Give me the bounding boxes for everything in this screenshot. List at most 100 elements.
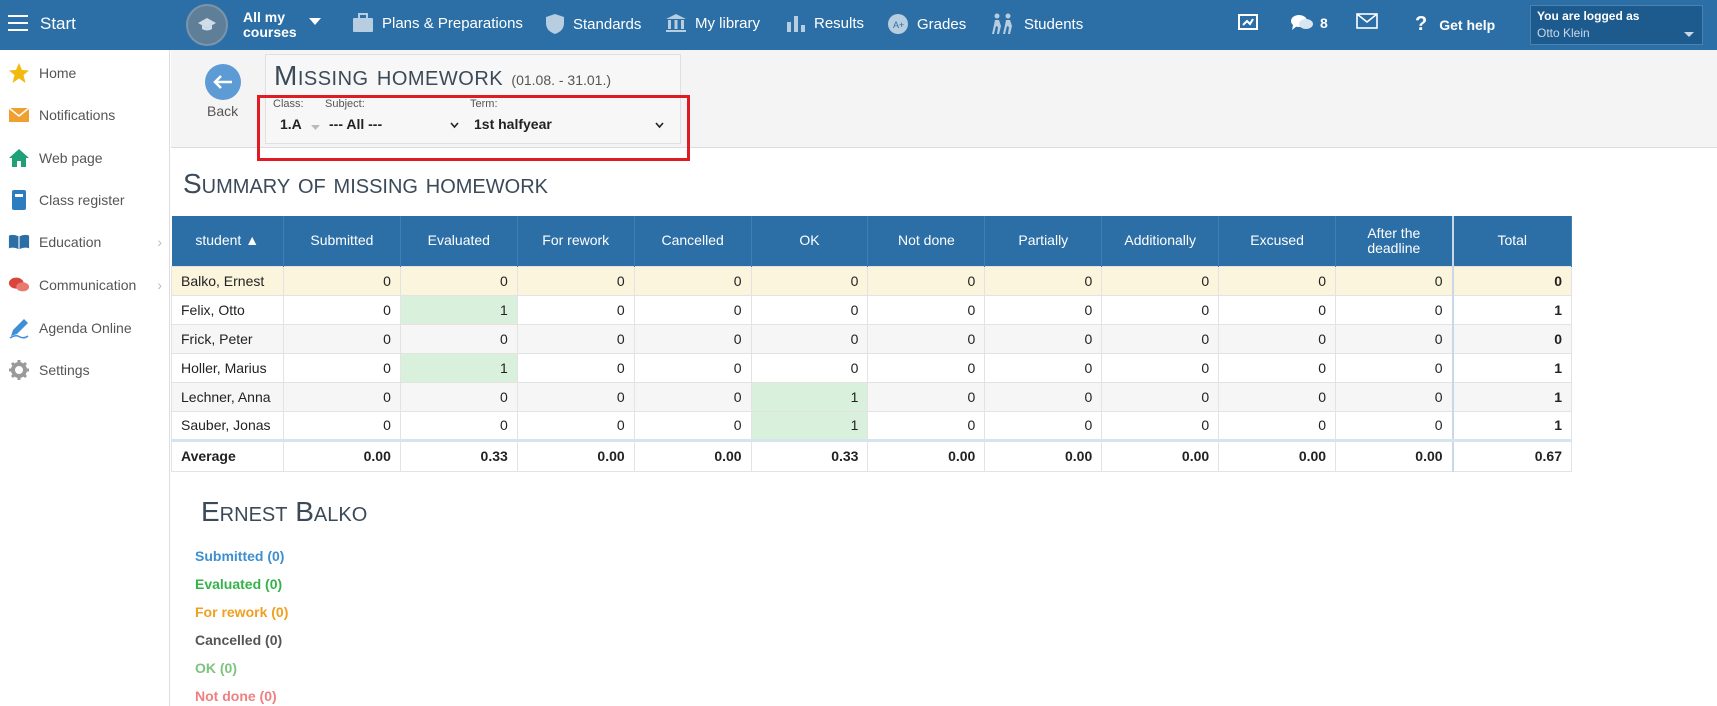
nav-library[interactable]: My library bbox=[665, 13, 760, 33]
column-header: Total bbox=[1451, 216, 1572, 266]
stat-link[interactable]: Not done (0) bbox=[195, 688, 277, 704]
table-cell: 0 bbox=[867, 294, 986, 325]
nav-plans[interactable]: Plans & Preparations bbox=[352, 13, 523, 33]
table-cell: 0 bbox=[1101, 265, 1220, 296]
start-link[interactable]: Start bbox=[40, 14, 76, 34]
help-button[interactable]: ? Get help bbox=[1415, 13, 1495, 36]
table-cell: 0 bbox=[1101, 294, 1220, 325]
back-button[interactable] bbox=[205, 64, 241, 100]
nav-standards[interactable]: Standards bbox=[545, 13, 641, 35]
table-cell: 0 bbox=[867, 323, 986, 354]
star-icon bbox=[8, 62, 30, 84]
table-cell: 0 bbox=[867, 381, 986, 412]
student-name[interactable]: Felix, Otto bbox=[171, 294, 284, 325]
column-header: Submitted bbox=[283, 216, 401, 266]
chevron-right-icon: › bbox=[157, 234, 162, 250]
table-cell: 0 bbox=[750, 323, 869, 354]
all-courses-selector[interactable]: All my courses bbox=[243, 10, 297, 40]
table-cell: 0 bbox=[516, 323, 635, 354]
table-cell: 0 bbox=[1335, 352, 1454, 383]
student-title: Ernest Balko bbox=[201, 496, 368, 527]
mail-button[interactable] bbox=[1356, 13, 1378, 29]
register-icon bbox=[8, 189, 30, 211]
stat-link[interactable]: OK (0) bbox=[195, 660, 237, 676]
column-header: Additionally bbox=[1101, 216, 1220, 266]
sidebar-item-settings[interactable]: Settings bbox=[0, 352, 170, 388]
table-cell: 0 bbox=[633, 381, 752, 412]
table-cell: 1 bbox=[1451, 410, 1572, 441]
nav-grades[interactable]: A+ Grades bbox=[887, 13, 966, 35]
grades-icon: A+ bbox=[888, 14, 908, 34]
book-icon bbox=[8, 231, 30, 253]
menu-icon[interactable] bbox=[8, 15, 28, 31]
table-cell: 0 bbox=[1451, 323, 1572, 354]
table-cell: 1 bbox=[750, 381, 869, 412]
table-cell: 1 bbox=[1451, 352, 1572, 383]
student-name[interactable]: Lechner, Anna bbox=[171, 381, 284, 412]
column-header: Partially bbox=[984, 216, 1103, 266]
sidebar-item-education[interactable]: Education › bbox=[0, 224, 170, 260]
shield-icon bbox=[546, 14, 564, 34]
average-cell: 0.33 bbox=[750, 438, 869, 472]
top-bar: Start All my courses Plans & Preparations… bbox=[0, 0, 1717, 50]
table-cell: 1 bbox=[1451, 381, 1572, 412]
table-cell: 0 bbox=[633, 352, 752, 383]
nav-students[interactable]: Students bbox=[990, 13, 1083, 35]
table-row[interactable]: Holler, Marius 0 1 0 0 0 0 0 0 0 0 1 bbox=[171, 352, 1572, 383]
table-cell: 0 bbox=[867, 410, 986, 441]
stat-link[interactable]: Submitted (0) bbox=[195, 548, 284, 564]
column-header: After the deadline bbox=[1335, 216, 1454, 266]
table-cell: 0 bbox=[633, 410, 752, 441]
table-cell: 0 bbox=[984, 265, 1103, 296]
table-cell: 0 bbox=[984, 410, 1103, 441]
sidebar: Home Notifications Web page Class regist… bbox=[0, 50, 170, 706]
nav-results[interactable]: Results bbox=[786, 13, 864, 33]
student-name[interactable]: Balko, Ernest bbox=[171, 265, 284, 296]
table-cell: 0 bbox=[1335, 323, 1454, 354]
stat-link[interactable]: For rework (0) bbox=[195, 604, 288, 620]
stat-link[interactable]: Cancelled (0) bbox=[195, 632, 282, 648]
student-name[interactable]: Sauber, Jonas bbox=[171, 410, 284, 441]
table-cell: 0 bbox=[1101, 323, 1220, 354]
average-cell: 0.67 bbox=[1451, 438, 1572, 472]
table-row[interactable]: Felix, Otto 0 1 0 0 0 0 0 0 0 0 1 bbox=[171, 294, 1572, 325]
sidebar-item-agenda[interactable]: Agenda Online bbox=[0, 310, 170, 346]
student-name[interactable]: Holler, Marius bbox=[171, 352, 284, 383]
table-row[interactable]: Balko, Ernest 0 0 0 0 0 0 0 0 0 0 0 bbox=[171, 265, 1572, 296]
table-cell: 0 bbox=[399, 323, 518, 354]
table-header-row: student ▲ Submitted Evaluated For rework Can… bbox=[171, 216, 1572, 266]
table-row[interactable]: Frick, Peter 0 0 0 0 0 0 0 0 0 0 0 bbox=[171, 323, 1572, 354]
average-cell: 0.00 bbox=[516, 438, 635, 472]
graduation-cap-icon[interactable] bbox=[186, 4, 228, 46]
table-cell: 0 bbox=[984, 323, 1103, 354]
question-icon: ? bbox=[1415, 13, 1428, 35]
summary-title: Summary of missing homework bbox=[183, 168, 548, 199]
table-cell: 0 bbox=[1101, 410, 1220, 441]
sidebar-item-webpage[interactable]: Web page bbox=[0, 140, 170, 176]
table-cell: 1 bbox=[1451, 294, 1572, 325]
table-cell: 0 bbox=[1335, 410, 1454, 441]
table-cell: 0 bbox=[1218, 381, 1337, 412]
column-header: Evaluated bbox=[400, 216, 518, 266]
table-cell: 1 bbox=[399, 352, 518, 383]
table-cell: 0 bbox=[984, 294, 1103, 325]
column-header[interactable]: student ▲ bbox=[171, 216, 284, 266]
user-menu[interactable]: You are logged as Otto Klein bbox=[1530, 5, 1703, 45]
table-cell: 0 bbox=[867, 265, 986, 296]
table-cell: 0 bbox=[282, 381, 401, 412]
average-cell: 0.00 bbox=[1218, 438, 1337, 472]
messages-button[interactable]: 8 bbox=[1290, 13, 1328, 33]
stat-link[interactable]: Evaluated (0) bbox=[195, 576, 282, 592]
table-cell: 0 bbox=[282, 265, 401, 296]
cast-button[interactable] bbox=[1237, 13, 1259, 33]
student-name[interactable]: Frick, Peter bbox=[171, 323, 284, 354]
sidebar-item-notifications[interactable]: Notifications bbox=[0, 97, 170, 133]
chevron-down-icon[interactable] bbox=[309, 18, 321, 25]
table-row[interactable]: Lechner, Anna 0 0 0 0 1 0 0 0 0 0 1 bbox=[171, 381, 1572, 412]
sidebar-item-home[interactable]: Home bbox=[0, 55, 170, 91]
table-cell: 0 bbox=[1101, 352, 1220, 383]
sidebar-item-class-register[interactable]: Class register bbox=[0, 182, 170, 218]
sidebar-item-communication[interactable]: Communication › bbox=[0, 267, 170, 303]
table-row[interactable]: Sauber, Jonas 0 0 0 0 1 0 0 0 0 0 1 bbox=[171, 410, 1572, 441]
back-label[interactable]: Back bbox=[207, 103, 238, 119]
